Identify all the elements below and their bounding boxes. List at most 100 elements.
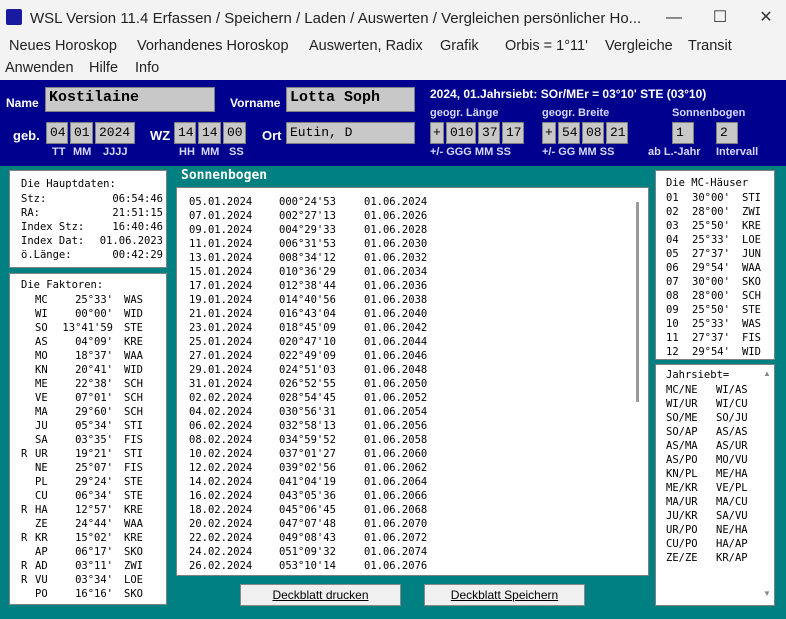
deckblatt-speichern-button[interactable]: Deckblatt Speichern [424,584,585,606]
menu-vergleiche[interactable]: Vergleiche [605,38,673,54]
haus-number: 07 [666,276,679,288]
vorname-field[interactable]: Lotta Soph [286,87,415,112]
laenge-sign-field[interactable]: + [430,122,444,144]
faktor-code: KR [35,532,48,544]
faktor-sign: SCH [124,406,143,418]
haus-number: 04 [666,234,679,246]
haus-number: 08 [666,290,679,302]
wz-hour-field[interactable]: 14 [174,122,196,144]
menu-orbis[interactable]: Orbis = 1°11' [505,38,588,54]
faktor-sign: SKO [124,546,143,558]
haus-row: 04 25°33' LOE [666,233,770,247]
scroll-up-icon[interactable]: ▲ [763,369,771,378]
hauptdaten-title: Die Hauptdaten: [21,178,116,190]
geb-day-field[interactable]: 04 [46,122,68,144]
ab-ljahr-field[interactable]: 1 [672,122,694,144]
jahrsiebt-left: ZE/ZE [666,552,698,564]
menu-neues-horoskop[interactable]: Neues Horoskop [9,38,117,54]
breite-sign-field[interactable]: + [542,122,556,144]
sonnenbogen-arc: 028°54'45 [279,392,336,404]
laenge-ss-field[interactable]: 17 [502,122,524,144]
minimize-button[interactable]: — [654,6,694,30]
sonnenbogen-target-date: 01.06.2068 [364,504,428,516]
intervall-field[interactable]: 2 [716,122,738,144]
title-bar: WSL Version 11.4 Erfassen / Speichern / … [0,0,786,36]
laenge-mm-field[interactable]: 37 [478,122,500,144]
sonnenbogen-target-date: 01.06.2076 [364,560,428,572]
sonnenbogen-scrollbar[interactable] [632,202,644,572]
faktor-sign: KRE [124,532,143,544]
scroll-down-icon[interactable]: ▼ [763,589,771,598]
menu-hilfe[interactable]: Hilfe [89,60,118,76]
haus-sign: FIS [742,332,761,344]
faktor-code: MA [35,406,48,418]
geb-month-field[interactable]: 01 [70,122,93,144]
sonnenbogen-date: 12.02.2024 [189,462,253,474]
name-field[interactable]: Kostilaine [45,87,215,112]
sonnenbogen-arc: 012°38'44 [279,280,336,292]
sonnenbogen-row: 08.02.2024 034°59'52 01.06.2058 [189,433,629,447]
wz-minute-field[interactable]: 14 [198,122,221,144]
haus-number: 02 [666,206,679,218]
faktor-sign: WID [124,308,143,320]
sonnenbogen-arc: 000°24'53 [279,196,336,208]
jahrsiebt-left: ME/KR [666,482,698,494]
jahrsiebt-left: SO/ME [666,412,698,424]
sonnenbogen-target-date: 01.06.2040 [364,308,428,320]
jahrsiebt-right: AS/UR [716,440,748,452]
ort-field[interactable]: Eutin, D [286,122,415,144]
haus-row: 12 29°54' WID [666,345,770,359]
sonnenbogen-scroll-thumb[interactable] [636,202,639,402]
breite-mm-field[interactable]: 08 [582,122,604,144]
menu-auswerten-radix[interactable]: Auswerten, Radix [309,38,423,54]
sonnenbogen-arc: 030°56'31 [279,406,336,418]
geb-year-field[interactable]: 2024 [95,122,135,144]
jahrsiebt-right: VE/PL [716,482,748,494]
haus-number: 09 [666,304,679,316]
deckblatt-drucken-button[interactable]: Deckblatt drucken [240,584,401,606]
faktor-position: 29°24' [75,476,113,488]
wz-second-field[interactable]: 00 [223,122,246,144]
haus-position: 29°54' [692,262,730,274]
hauptdaten-value: 01.06.2023 [99,235,163,247]
sonnenbogen-date: 22.02.2024 [189,532,253,544]
faktor-sign: SKO [124,588,143,600]
breite-ss-field[interactable]: 21 [606,122,628,144]
menu-anwenden[interactable]: Anwenden [5,60,74,76]
laenge-ggg-field[interactable]: 010 [446,122,476,144]
menu-vorhandenes-horoskop[interactable]: Vorhandenes Horoskop [137,38,289,54]
ort-label: Ort [262,128,282,143]
haus-position: 28°00' [692,290,730,302]
maximize-button[interactable]: ☐ [700,6,740,30]
jahrsiebt-scrollbar[interactable]: ▲ ▼ [761,367,773,603]
jahrsiebt-row: ME/KR VE/PL [666,481,758,495]
faktor-code: VE [35,392,48,404]
faktor-position: 29°60' [75,406,113,418]
main-area: Die Hauptdaten: Stz: 06:54:46 RA: 21:51:15 I… [0,166,786,619]
faktor-code: WI [35,308,48,320]
wz-sub-mm: MM [201,146,220,158]
faktor-position: 06°17' [75,546,113,558]
breite-gg-field[interactable]: 54 [558,122,580,144]
close-button[interactable]: ✕ [746,6,786,30]
faktor-position: 12°57' [75,504,113,516]
hauptdaten-row: Stz: 06:54:46 [21,192,163,206]
haus-sign: JUN [742,248,761,260]
menu-transit[interactable]: Transit [688,38,732,54]
haus-sign: STE [742,304,761,316]
sonnenbogen-arc: 047°07'48 [279,518,336,530]
jahrsiebt-row: AS/PO MO/VU [666,453,758,467]
menu-info[interactable]: Info [135,60,159,76]
sonnenbogen-target-date: 01.06.2054 [364,406,428,418]
jahrsiebt-left: CU/PO [666,538,698,550]
menu-grafik[interactable]: Grafik [440,38,479,54]
jahrsiebt-right: WI/CU [716,398,748,410]
sonnenbogen-target-date: 01.06.2036 [364,280,428,292]
sonnenbogen-row: 21.01.2024 016°43'04 01.06.2040 [189,307,629,321]
faktor-code: MC [35,294,48,306]
jahrsiebt-right: NE/HA [716,524,748,536]
sonnenbogen-row: 15.01.2024 010°36'29 01.06.2034 [189,265,629,279]
faktor-position: 06°34' [75,490,113,502]
faktor-row: JU 05°34' STI [21,419,161,433]
sonnenbogen-arc: 049°08'43 [279,532,336,544]
